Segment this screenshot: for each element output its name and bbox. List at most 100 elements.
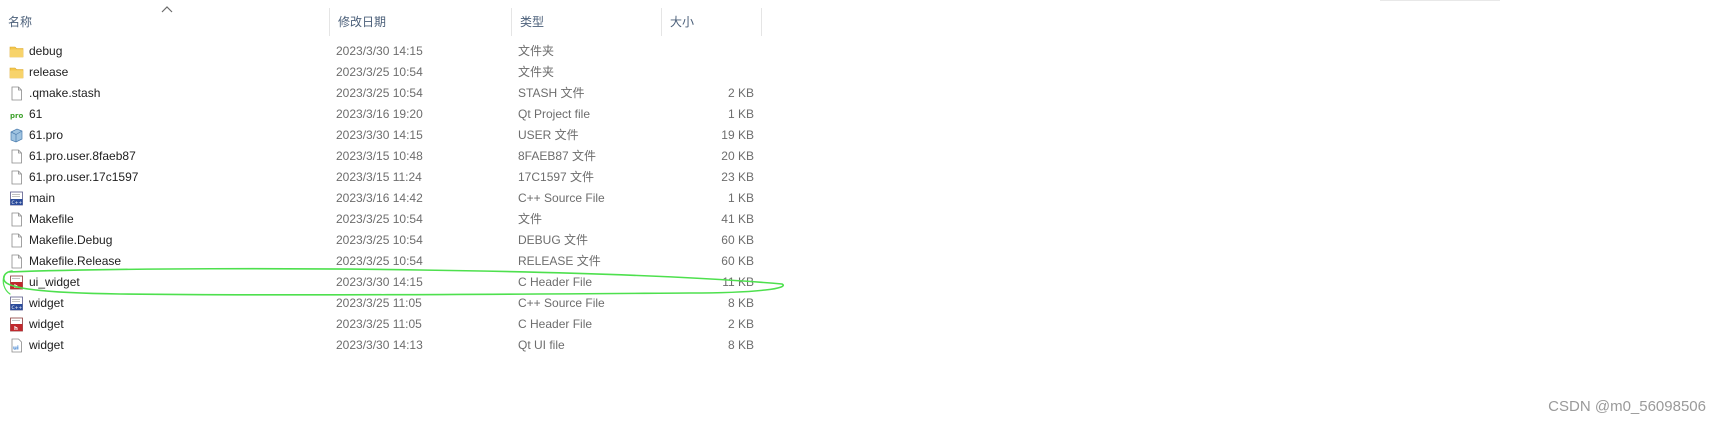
- file-name: debug: [29, 44, 63, 58]
- cpp-file-icon: C++: [9, 191, 24, 206]
- file-size: 23 KB: [721, 170, 754, 184]
- file-row[interactable]: .qmake.stash 2023/3/25 10:54 STASH 文件 2 KB: [0, 83, 780, 104]
- file-name: 61.pro: [29, 128, 64, 142]
- column-header-date-label: 修改日期: [338, 15, 387, 29]
- file-icon: [9, 254, 24, 269]
- file-size: 11 KB: [722, 275, 754, 289]
- file-size: 8 KB: [727, 338, 754, 352]
- h-file-icon: h: [9, 275, 24, 290]
- file-size: 19 KB: [721, 128, 754, 142]
- file-size: 2 KB: [727, 317, 754, 331]
- file-name: 61.pro.user.8faeb87: [29, 149, 136, 163]
- file-row[interactable]: Makefile.Release 2023/3/25 10:54 RELEASE 文…: [0, 251, 780, 272]
- file-size: 60 KB: [721, 254, 754, 268]
- file-date: 2023/3/25 11:05: [336, 317, 422, 331]
- file-type: C++ Source File: [518, 191, 605, 205]
- column-header: 名称 修改日期 类型 大小: [0, 0, 1724, 44]
- file-name: widget: [29, 296, 64, 310]
- folder-icon: [9, 44, 24, 59]
- column-header-size[interactable]: 大小: [662, 8, 762, 36]
- watermark: CSDN @m0_56098506: [1548, 398, 1706, 415]
- file-size: 60 KB: [721, 233, 754, 247]
- file-date: 2023/3/16 14:42: [336, 191, 423, 205]
- file-type: 文件夹: [518, 44, 555, 58]
- file-row[interactable]: 61.pro 2023/3/30 14:15 USER 文件 19 KB: [0, 125, 780, 146]
- file-name: ui_widget: [29, 275, 80, 289]
- svg-text:h: h: [14, 326, 18, 332]
- ui-file-icon: ui: [9, 338, 24, 353]
- file-icon: [9, 170, 24, 185]
- svg-text:pro: pro: [10, 112, 23, 120]
- file-list: debug 2023/3/30 14:15 文件夹 release 2023/3/25 …: [0, 41, 780, 356]
- cpp-file-icon: C++: [9, 296, 24, 311]
- file-name: Makefile.Release: [29, 254, 122, 268]
- file-type: 8FAEB87 文件: [518, 149, 597, 163]
- file-type: 文件: [518, 212, 543, 226]
- qt-pro-icon: pro: [9, 107, 24, 122]
- file-type: C Header File: [518, 275, 593, 289]
- file-row[interactable]: Makefile 2023/3/25 10:54 文件 41 KB: [0, 209, 780, 230]
- file-name: Makefile: [29, 212, 74, 226]
- file-type: DEBUG 文件: [518, 233, 589, 247]
- file-type: RELEASE 文件: [518, 254, 601, 268]
- file-row[interactable]: ui widget 2023/3/30 14:13 Qt UI file 8 KB: [0, 335, 780, 356]
- file-icon: [9, 149, 24, 164]
- file-row[interactable]: h ui_widget 2023/3/30 14:15 C Header File 11…: [0, 272, 780, 293]
- file-date: 2023/3/16 19:20: [336, 107, 423, 121]
- file-name: Makefile.Debug: [29, 233, 113, 247]
- file-icon: [9, 86, 24, 101]
- file-size: 41 KB: [721, 212, 754, 226]
- file-row[interactable]: debug 2023/3/30 14:15 文件夹: [0, 41, 780, 62]
- file-date: 2023/3/15 10:48: [336, 149, 423, 163]
- file-name: .qmake.stash: [29, 86, 101, 100]
- file-type: USER 文件: [518, 128, 579, 142]
- file-row[interactable]: release 2023/3/25 10:54 文件夹: [0, 62, 780, 83]
- file-type: Qt UI file: [518, 338, 565, 352]
- user-file-icon: [9, 128, 24, 143]
- svg-text:h: h: [14, 284, 18, 290]
- file-date: 2023/3/25 10:54: [336, 65, 423, 79]
- file-row[interactable]: 61.pro.user.17c1597 2023/3/15 11:24 17C159…: [0, 167, 780, 188]
- sort-ascending-icon: [161, 6, 173, 13]
- file-type: 文件夹: [518, 65, 555, 79]
- column-header-size-label: 大小: [670, 15, 695, 29]
- file-size: 20 KB: [721, 149, 754, 163]
- file-date: 2023/3/30 14:15: [336, 44, 423, 58]
- svg-text:C++: C++: [12, 200, 23, 206]
- file-size: 2 KB: [727, 86, 754, 100]
- file-date: 2023/3/25 10:54: [336, 86, 423, 100]
- column-header-date[interactable]: 修改日期: [330, 8, 512, 36]
- file-size: 8 KB: [727, 296, 754, 310]
- file-type: 17C1597 文件: [518, 170, 595, 184]
- divider: [1380, 0, 1500, 1]
- file-date: 2023/3/15 11:24: [336, 170, 422, 184]
- file-name: release: [29, 65, 69, 79]
- file-type: STASH 文件: [518, 86, 585, 100]
- file-date: 2023/3/25 10:54: [336, 212, 423, 226]
- file-date: 2023/3/25 10:54: [336, 254, 423, 268]
- folder-icon: [9, 65, 24, 80]
- column-header-type[interactable]: 类型: [512, 8, 662, 36]
- file-row[interactable]: h widget 2023/3/25 11:05 C Header File 2 KB: [0, 314, 780, 335]
- file-type: C Header File: [518, 317, 593, 331]
- file-size: 1 KB: [727, 107, 754, 121]
- h-file-icon: h: [9, 317, 24, 332]
- column-header-name-label: 名称: [8, 15, 33, 29]
- file-name: 61: [29, 107, 43, 121]
- file-name: widget: [29, 317, 64, 331]
- file-name: widget: [29, 338, 64, 352]
- file-row[interactable]: pro 61 2023/3/16 19:20 Qt Project file 1 KB: [0, 104, 780, 125]
- file-row[interactable]: C++ main 2023/3/16 14:42 C++ Source File 1 K…: [0, 188, 780, 209]
- file-row[interactable]: Makefile.Debug 2023/3/25 10:54 DEBUG 文件 60 …: [0, 230, 780, 251]
- file-date: 2023/3/30 14:15: [336, 275, 423, 289]
- file-size: 1 KB: [727, 191, 754, 205]
- file-icon: [9, 212, 24, 227]
- file-row[interactable]: C++ widget 2023/3/25 11:05 C++ Source File 8…: [0, 293, 780, 314]
- svg-text:ui: ui: [13, 346, 19, 352]
- file-name: main: [29, 191, 56, 205]
- file-date: 2023/3/30 14:13: [336, 338, 423, 352]
- file-row[interactable]: 61.pro.user.8faeb87 2023/3/15 10:48 8FAEB8…: [0, 146, 780, 167]
- column-header-type-label: 类型: [520, 15, 545, 29]
- file-name: 61.pro.user.17c1597: [29, 170, 139, 184]
- file-type: Qt Project file: [518, 107, 591, 121]
